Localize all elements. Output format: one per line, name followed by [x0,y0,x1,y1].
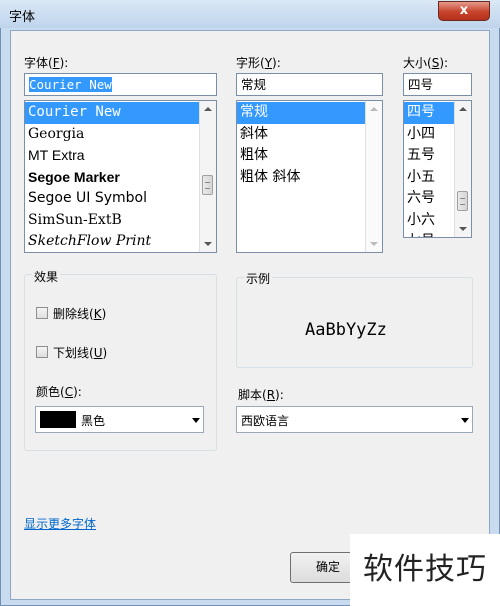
strikeout-label[interactable]: 删除线(K) [53,305,106,322]
scroll-down-arrow-icon [370,242,378,246]
list-item[interactable]: 粗体 [237,145,382,167]
color-swatch [40,411,76,428]
script-label: 脚本(R): [238,388,284,402]
style-label: 字形(Y): [236,56,281,70]
window-title: 字体 [9,10,36,25]
list-item[interactable]: SimSun-ExtB [25,210,216,232]
close-button[interactable]: x [438,1,490,21]
scroll-up-arrow-icon [370,107,378,111]
title-bar [0,0,500,28]
list-item[interactable]: 粗体 斜体 [237,167,382,189]
scroll-down-arrow-icon[interactable] [459,227,467,231]
size-input[interactable]: 四号 [403,73,472,96]
font-label: 字体(F): [24,56,69,70]
font-name-input[interactable]: Courier New [24,73,217,96]
watermark-text: 软件技巧 [350,534,500,606]
scroll-up-arrow-icon[interactable] [459,107,467,111]
dropdown-arrow-icon[interactable] [192,418,200,423]
list-item[interactable]: Segoe UI Symbol [25,188,216,210]
font-list-scrollbar[interactable] [199,101,216,252]
scroll-thumb[interactable] [202,175,213,195]
dropdown-arrow-icon[interactable] [461,418,469,423]
scroll-down-arrow-icon[interactable] [204,242,212,246]
list-item[interactable]: Segoe Marker [25,167,216,189]
style-list[interactable]: 常规 斜体 粗体 粗体 斜体 [236,100,383,253]
style-input[interactable]: 常规 [236,73,383,96]
underline-checkbox[interactable] [36,346,48,358]
underline-label[interactable]: 下划线(U) [53,344,107,361]
list-item[interactable]: 常规 [237,102,382,124]
color-select[interactable]: 黑色 [35,406,204,433]
show-more-fonts-link[interactable]: 显示更多字体 [24,515,96,532]
list-item[interactable]: Georgia [25,124,216,146]
color-value: 黑色 [81,414,106,428]
list-item[interactable]: SketchFlow Print [25,231,216,252]
scroll-up-arrow-icon[interactable] [204,107,212,111]
strikeout-checkbox[interactable] [36,307,48,319]
size-label: 大小(S): [403,56,449,70]
color-label: 颜色(C): [36,385,82,399]
font-list[interactable]: Courier New Georgia MT Extra Segoe Marker Se… [24,100,217,253]
sample-preview-text: AaBbYyZz [305,320,387,340]
list-item[interactable]: MT Extra [25,145,216,167]
list-item[interactable]: Courier New [25,102,216,124]
sample-title: 示例 [244,270,273,287]
script-value: 西欧语言 [241,414,290,428]
scroll-thumb[interactable] [457,191,468,211]
effects-title: 效果 [32,268,61,285]
size-list[interactable]: 四号小四五号小五六号小六七号 [403,100,472,238]
style-list-scrollbar [365,101,382,252]
list-item[interactable]: 斜体 [237,124,382,146]
size-list-scrollbar[interactable] [454,101,471,237]
script-select[interactable]: 西欧语言 [236,406,473,433]
